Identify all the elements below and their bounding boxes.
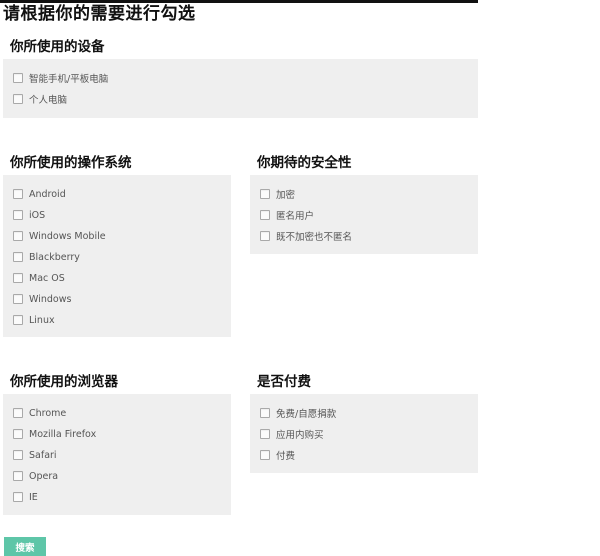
checkbox[interactable] bbox=[260, 450, 270, 460]
checkbox[interactable] bbox=[13, 73, 23, 83]
checkbox[interactable] bbox=[260, 189, 270, 199]
checkbox[interactable] bbox=[260, 231, 270, 241]
option-browser-safari[interactable]: Safari bbox=[13, 448, 57, 462]
checkbox[interactable] bbox=[13, 450, 23, 460]
section-title-browser: 你所使用的浏览器 bbox=[10, 374, 118, 390]
checkbox[interactable] bbox=[13, 408, 23, 418]
checkbox[interactable] bbox=[13, 429, 23, 439]
option-label: Android bbox=[29, 188, 66, 200]
option-device-mobile[interactable]: 智能手机/平板电脑 bbox=[13, 71, 108, 85]
option-os-android[interactable]: Android bbox=[13, 187, 66, 201]
option-label: Mozilla Firefox bbox=[29, 428, 97, 440]
page-title: 请根据你的需要进行勾选 bbox=[3, 4, 196, 24]
option-label: 既不加密也不匿名 bbox=[276, 232, 353, 243]
checkbox[interactable] bbox=[13, 471, 23, 481]
option-os-ios[interactable]: iOS bbox=[13, 208, 45, 222]
option-payment-in-app[interactable]: 应用内购买 bbox=[260, 427, 324, 441]
option-browser-opera[interactable]: Opera bbox=[13, 469, 58, 483]
checkbox[interactable] bbox=[13, 94, 23, 104]
checkbox[interactable] bbox=[260, 408, 270, 418]
option-security-neither[interactable]: 既不加密也不匿名 bbox=[260, 229, 352, 243]
section-title-os: 你所使用的操作系统 bbox=[10, 155, 132, 171]
option-security-anonymous[interactable]: 匿名用户 bbox=[260, 208, 314, 222]
option-label: Mac OS bbox=[29, 272, 65, 284]
option-label: Opera bbox=[29, 470, 59, 482]
checkbox[interactable] bbox=[260, 210, 270, 220]
option-label: 免费/自愿捐款 bbox=[276, 409, 337, 420]
option-payment-free[interactable]: 免费/自愿捐款 bbox=[260, 406, 336, 420]
checkbox[interactable] bbox=[13, 294, 23, 304]
option-label: Chrome bbox=[29, 407, 67, 419]
option-browser-chrome[interactable]: Chrome bbox=[13, 406, 66, 420]
panel-device: 智能手机/平板电脑 个人电脑 bbox=[3, 59, 478, 118]
option-os-blackberry[interactable]: Blackberry bbox=[13, 250, 80, 264]
panel-payment: 免费/自愿捐款 应用内购买 付费 bbox=[250, 394, 478, 473]
option-label: 个人电脑 bbox=[29, 95, 68, 106]
option-label: Blackberry bbox=[29, 251, 80, 263]
option-label: 智能手机/平板电脑 bbox=[29, 74, 109, 85]
option-device-pc[interactable]: 个人电脑 bbox=[13, 92, 67, 106]
option-label: iOS bbox=[29, 209, 46, 221]
option-label: 付费 bbox=[276, 451, 296, 462]
option-label: IE bbox=[29, 491, 38, 503]
option-browser-ie[interactable]: IE bbox=[13, 490, 38, 504]
section-title-device: 你所使用的设备 bbox=[10, 39, 105, 55]
panel-os: Android iOS Windows Mobile Blackberry Ma… bbox=[3, 175, 231, 337]
option-label: Safari bbox=[29, 449, 57, 461]
option-os-linux[interactable]: Linux bbox=[13, 313, 55, 327]
checkbox[interactable] bbox=[13, 231, 23, 241]
checkbox[interactable] bbox=[13, 273, 23, 283]
checkbox[interactable] bbox=[260, 429, 270, 439]
option-label: Windows bbox=[29, 293, 72, 305]
checkbox[interactable] bbox=[13, 252, 23, 262]
option-browser-firefox[interactable]: Mozilla Firefox bbox=[13, 427, 96, 441]
option-label: Windows Mobile bbox=[29, 230, 106, 242]
checkbox[interactable] bbox=[13, 315, 23, 325]
section-title-security: 你期待的安全性 bbox=[257, 155, 352, 171]
option-label: 匿名用户 bbox=[276, 211, 315, 222]
panel-security: 加密 匿名用户 既不加密也不匿名 bbox=[250, 175, 478, 254]
section-title-payment: 是否付费 bbox=[257, 374, 311, 390]
checkbox[interactable] bbox=[13, 189, 23, 199]
option-label: 应用内购买 bbox=[276, 430, 324, 441]
option-label: Linux bbox=[29, 314, 55, 326]
checkbox[interactable] bbox=[13, 210, 23, 220]
option-payment-paid[interactable]: 付费 bbox=[260, 448, 295, 462]
checkbox[interactable] bbox=[13, 492, 23, 502]
search-button[interactable]: 搜索 bbox=[4, 537, 46, 556]
option-os-windows[interactable]: Windows bbox=[13, 292, 71, 306]
option-security-encrypted[interactable]: 加密 bbox=[260, 187, 295, 201]
option-label: 加密 bbox=[276, 190, 296, 201]
option-os-macos[interactable]: Mac OS bbox=[13, 271, 65, 285]
panel-browser: Chrome Mozilla Firefox Safari Opera IE bbox=[3, 394, 231, 515]
option-os-windows-mobile[interactable]: Windows Mobile bbox=[13, 229, 106, 243]
